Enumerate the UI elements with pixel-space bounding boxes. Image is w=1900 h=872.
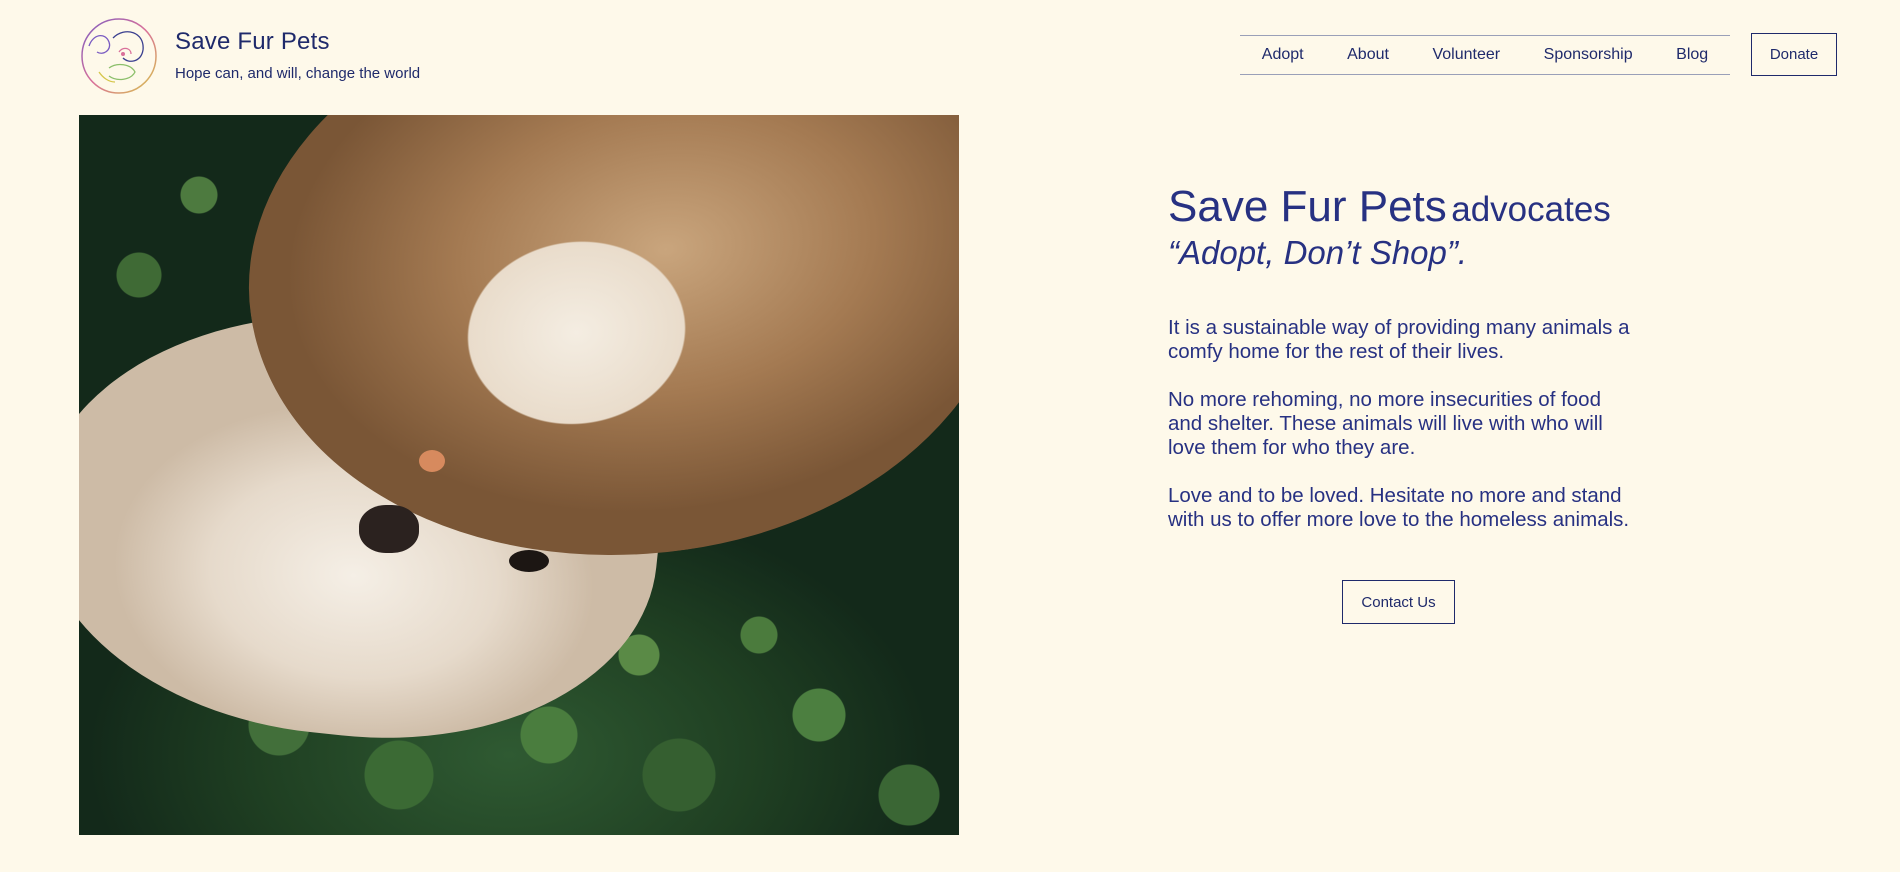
nav-item-volunteer[interactable]: Volunteer <box>1432 46 1500 64</box>
page: Save Fur Pets Hope can, and will, change… <box>0 0 1900 872</box>
hero-paragraph-1: It is a sustainable way of providing man… <box>1168 316 1630 363</box>
dog-nose <box>359 505 419 553</box>
headline-verb: advocates <box>1451 190 1611 229</box>
main-nav: Adopt About Volunteer Sponsorship Blog <box>1240 35 1730 75</box>
site-logo-icon[interactable] <box>79 16 159 96</box>
headline-brand: Save Fur Pets <box>1168 182 1447 231</box>
hero-paragraph-3: Love and to be loved. Hesitate no more a… <box>1168 484 1630 531</box>
headline-slogan: “Adopt, Don’t Shop”. <box>1168 234 1467 271</box>
nav-item-about[interactable]: About <box>1347 46 1389 64</box>
hero-paragraph-2: No more rehoming, no more insecurities o… <box>1168 388 1603 459</box>
nav-item-blog[interactable]: Blog <box>1676 46 1708 64</box>
hero-headline: Save Fur Pets advocates “Adopt, Don’t Sh… <box>1168 182 1728 272</box>
hero-image <box>79 115 959 835</box>
nav-item-sponsorship[interactable]: Sponsorship <box>1544 46 1633 64</box>
site-title[interactable]: Save Fur Pets <box>175 28 330 56</box>
contact-us-button[interactable]: Contact Us <box>1342 580 1455 624</box>
dog-eye <box>509 550 549 572</box>
site-tagline: Hope can, and will, change the world <box>175 65 421 82</box>
nav-item-adopt[interactable]: Adopt <box>1262 46 1304 64</box>
donate-button[interactable]: Donate <box>1751 33 1837 76</box>
cat-nose <box>419 450 445 472</box>
